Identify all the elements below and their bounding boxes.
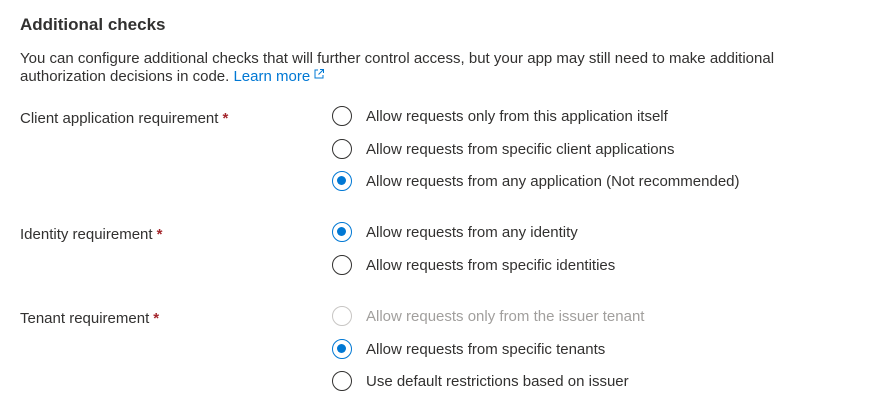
radio-unchecked-icon[interactable] <box>332 106 352 126</box>
radio-unchecked-icon[interactable] <box>332 139 352 159</box>
option-label: Allow requests only from this applicatio… <box>366 107 668 125</box>
radio-unchecked-icon[interactable] <box>332 371 352 391</box>
option-label: Allow requests from specific identities <box>366 256 616 274</box>
section-title: Additional checks <box>20 15 166 34</box>
radio-checked-icon[interactable] <box>332 222 352 242</box>
field-label: Client application requirement <box>20 110 219 127</box>
required-asterisk: * <box>156 226 163 243</box>
description-text: You can configure additional checks that… <box>20 50 775 85</box>
radio-client-any-application[interactable]: Allow requests from any application (Not… <box>332 169 740 193</box>
external-link-icon <box>314 69 325 79</box>
radio-checked-icon[interactable] <box>332 171 352 191</box>
learn-more-label: Learn more <box>233 68 311 85</box>
radio-identity-any[interactable]: Allow requests from any identity <box>332 220 578 244</box>
field-label: Identity requirement <box>20 226 153 243</box>
identity-requirement-label: Identity requirement * <box>20 225 162 245</box>
radio-tenant-default-restrictions[interactable]: Use default restrictions based on issuer <box>332 369 629 393</box>
client-application-requirement-label: Client application requirement * <box>20 109 228 129</box>
required-asterisk: * <box>153 310 160 327</box>
option-label: Allow requests only from the issuer tena… <box>366 307 645 325</box>
radio-identity-specific[interactable]: Allow requests from specific identities <box>332 253 615 277</box>
tenant-requirement-label: Tenant requirement * <box>20 309 159 329</box>
required-asterisk: * <box>222 110 229 127</box>
radio-client-this-application-only[interactable]: Allow requests only from this applicatio… <box>332 104 668 128</box>
radio-tenant-specific[interactable]: Allow requests from specific tenants <box>332 337 605 361</box>
field-label: Tenant requirement <box>20 310 150 327</box>
option-label: Allow requests from specific tenants <box>366 340 606 358</box>
option-label: Use default restrictions based on issuer <box>366 372 629 390</box>
radio-unchecked-icon[interactable] <box>332 255 352 275</box>
radio-tenant-issuer-only: Allow requests only from the issuer tena… <box>332 304 644 328</box>
radio-disabled-icon <box>332 306 352 326</box>
option-label: Allow requests from any application (Not… <box>366 172 740 190</box>
option-label: Allow requests from any identity <box>366 223 578 241</box>
section-description: You can configure additional checks that… <box>20 50 860 86</box>
option-label: Allow requests from specific client appl… <box>366 140 675 158</box>
radio-checked-icon[interactable] <box>332 339 352 359</box>
learn-more-link[interactable]: Learn more <box>233 68 325 85</box>
radio-client-specific-applications[interactable]: Allow requests from specific client appl… <box>332 137 674 161</box>
